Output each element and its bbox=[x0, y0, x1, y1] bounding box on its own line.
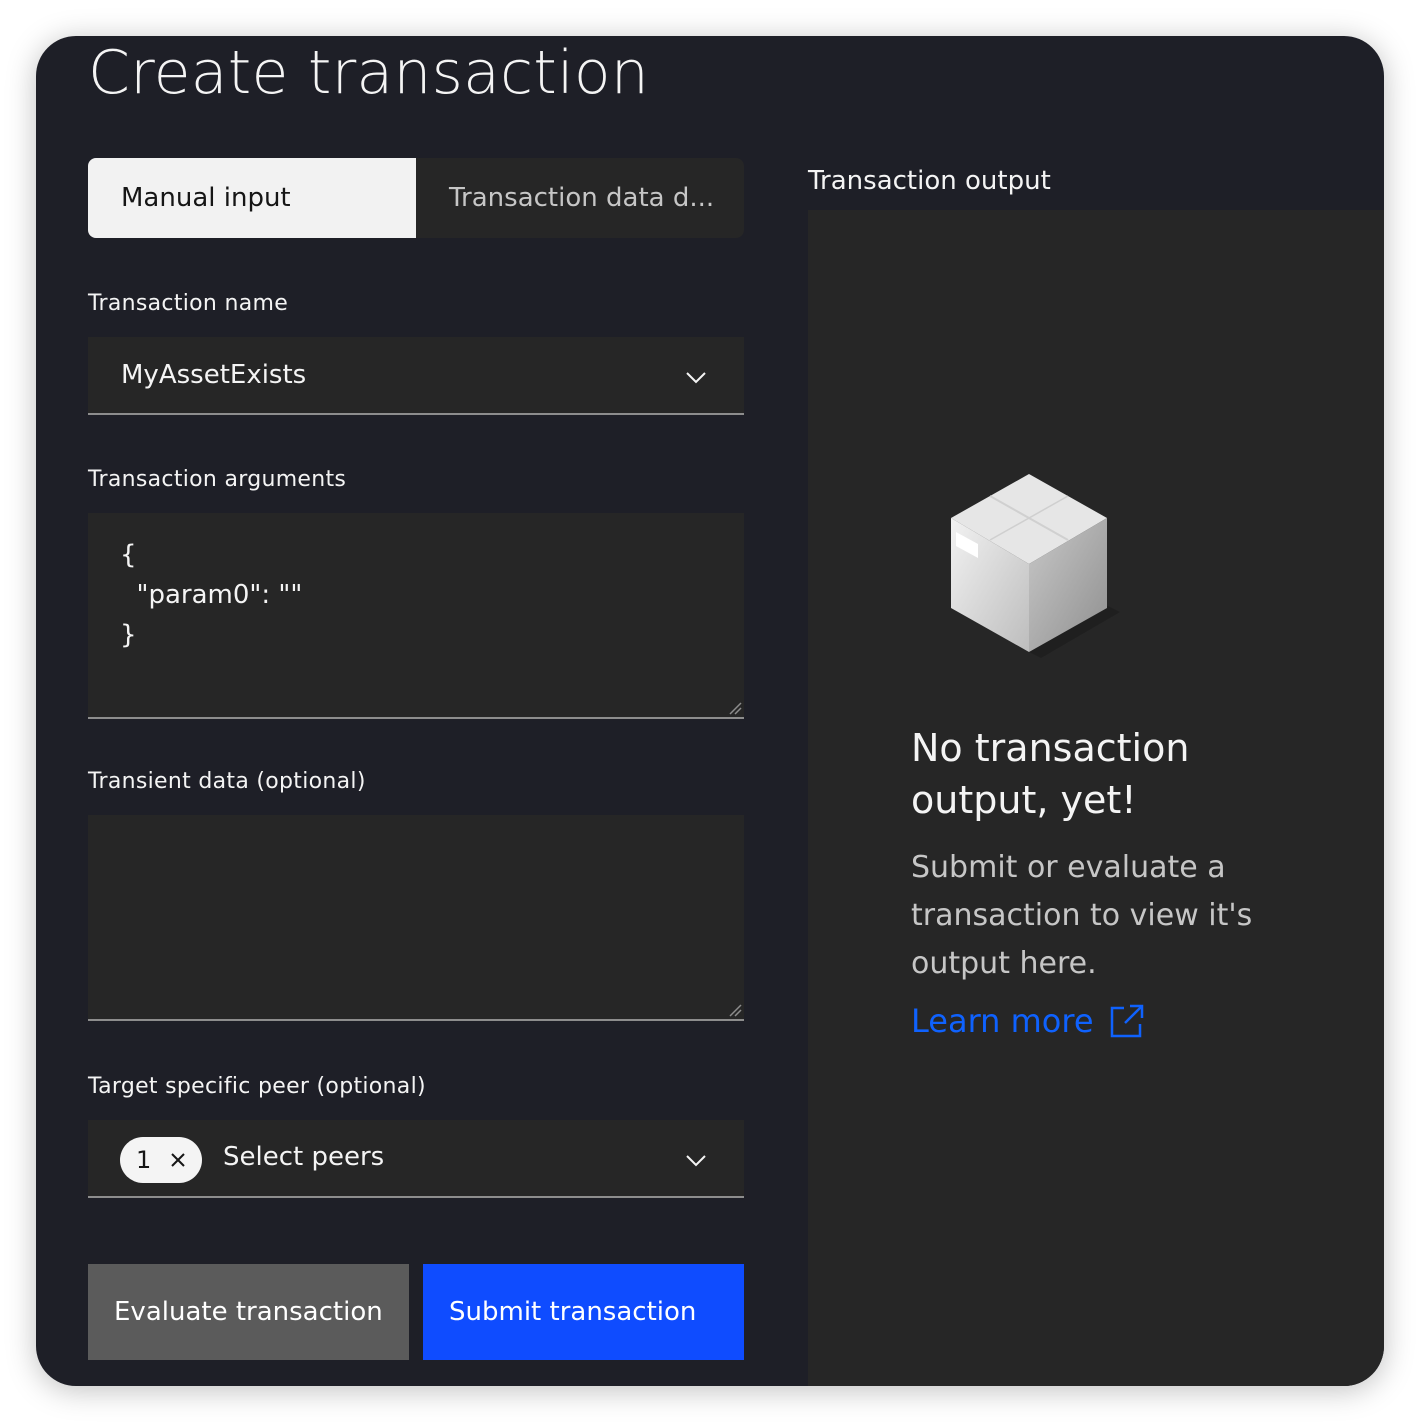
empty-state-description: Submit or evaluate a transaction to view… bbox=[911, 850, 1253, 981]
transaction-name-label: Transaction name bbox=[88, 291, 289, 316]
transaction-arguments-textarea[interactable]: { "param0": "" } bbox=[88, 513, 744, 719]
transient-data-label: Transient data (optional) bbox=[88, 769, 366, 794]
submit-transaction-button[interactable]: Submit transaction bbox=[423, 1264, 744, 1360]
transaction-name-select[interactable]: MyAssetExists bbox=[88, 337, 744, 415]
package-box-icon bbox=[951, 474, 1120, 658]
select-peers-placeholder: Select peers bbox=[223, 1142, 385, 1172]
create-transaction-window: Create transaction Manual input Transact… bbox=[36, 36, 1384, 1386]
target-peer-label: Target specific peer (optional) bbox=[88, 1074, 426, 1099]
chevron-down-icon[interactable] bbox=[684, 1148, 708, 1172]
learn-more-link[interactable]: Learn more bbox=[911, 1002, 1144, 1040]
transaction-name-value: MyAssetExists bbox=[121, 360, 307, 390]
transaction-arguments-value: { "param0": "" } bbox=[120, 540, 303, 650]
transient-data-textarea[interactable] bbox=[88, 815, 744, 1021]
empty-state-title: No transaction output, yet! bbox=[911, 726, 1190, 822]
tab-manual-input[interactable]: Manual input bbox=[88, 158, 416, 238]
chevron-down-icon[interactable] bbox=[684, 365, 708, 389]
page-title: Create transaction bbox=[88, 38, 649, 108]
close-icon[interactable] bbox=[168, 1150, 188, 1170]
external-link-icon bbox=[1110, 1004, 1143, 1038]
selected-count-tag: 1 bbox=[120, 1137, 202, 1183]
tab-transaction-data-directory[interactable]: Transaction data d... bbox=[416, 158, 744, 238]
transaction-output-panel: No transaction output, yet! Submit or ev… bbox=[808, 210, 1384, 1386]
selected-count: 1 bbox=[136, 1146, 152, 1174]
resize-handle-icon[interactable] bbox=[728, 1003, 742, 1017]
transaction-arguments-label: Transaction arguments bbox=[88, 467, 347, 492]
evaluate-transaction-button[interactable]: Evaluate transaction bbox=[88, 1264, 409, 1360]
transaction-output-label: Transaction output bbox=[808, 166, 1051, 196]
learn-more-text: Learn more bbox=[911, 1002, 1094, 1040]
resize-handle-icon[interactable] bbox=[728, 701, 742, 715]
input-mode-tabs: Manual input Transaction data d... bbox=[88, 158, 744, 238]
target-peer-multiselect[interactable]: 1 Select peers bbox=[88, 1120, 744, 1198]
